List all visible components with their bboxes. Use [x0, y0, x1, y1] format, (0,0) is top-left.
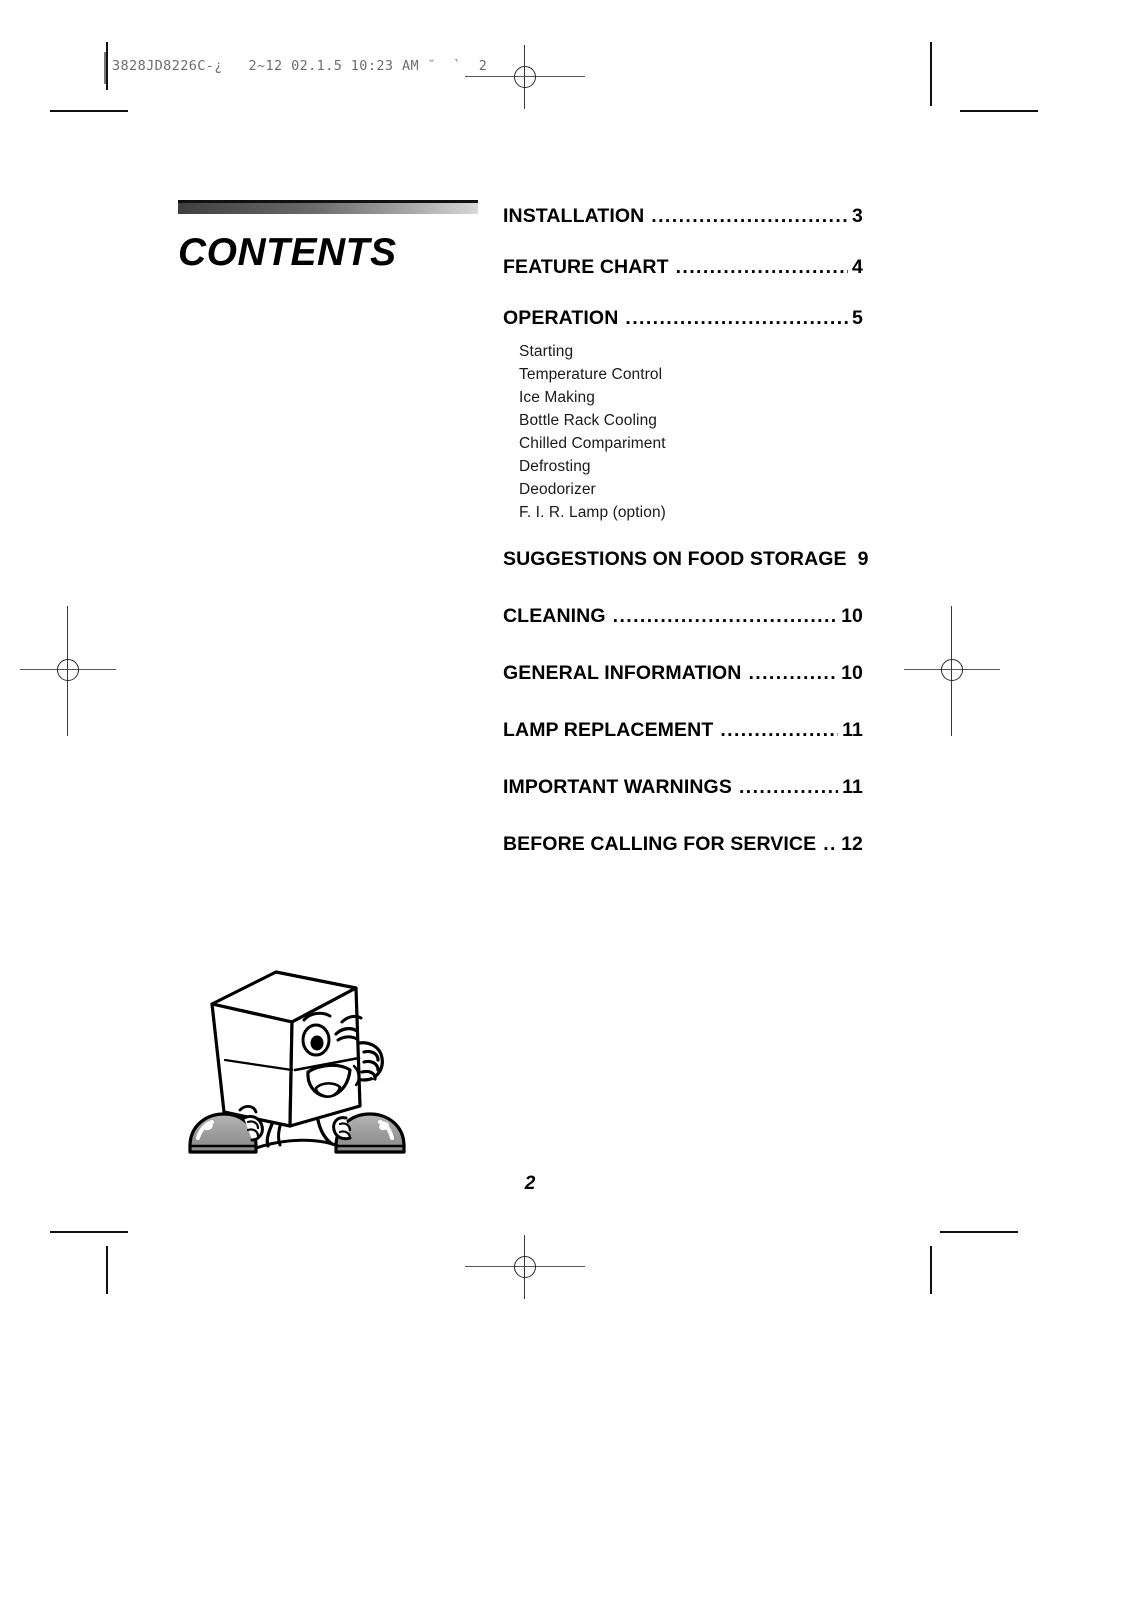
list-item[interactable]: Starting: [519, 340, 863, 363]
toc-label: FEATURE CHART: [503, 256, 669, 278]
toc-label: GENERAL INFORMATION: [503, 662, 742, 684]
toc-page-number: 3: [852, 205, 863, 227]
toc-page-number: 4: [852, 256, 863, 278]
list-item[interactable]: Temperature Control: [519, 363, 863, 386]
toc-page-number: 11: [842, 719, 863, 741]
toc-label: IMPORTANT WARNINGS: [503, 776, 732, 798]
toc-page-number: 11: [842, 776, 863, 798]
toc-dot-leader: ........................................…: [612, 607, 838, 627]
toc-dot-leader: ........................................…: [675, 258, 848, 278]
toc-dot-leader: ........................................…: [720, 721, 838, 741]
toc-entry-general-information[interactable]: GENERAL INFORMATION ....................…: [503, 662, 863, 685]
toc-dot-leader: ........................................…: [651, 207, 849, 227]
toc-entry-feature-chart[interactable]: FEATURE CHART ..........................…: [503, 256, 863, 279]
list-item[interactable]: Defrosting: [519, 455, 863, 478]
toc-page-number: 9: [857, 548, 869, 570]
refrigerator-mascot-icon: [188, 970, 406, 1154]
toc-label: CLEANING: [503, 605, 606, 627]
toc-page-number: 5: [852, 307, 863, 329]
toc-entry-cleaning[interactable]: CLEANING ...............................…: [503, 605, 863, 628]
toc-dot-leader: ........................................…: [625, 309, 848, 329]
toc-dot-leader: ........................................…: [748, 664, 838, 684]
contents-heading-block: CONTENTS: [178, 200, 478, 275]
toc-entry-installation[interactable]: INSTALLATION ...........................…: [503, 205, 863, 228]
page-number: 2: [524, 1173, 536, 1194]
operation-subitem-list: Starting Temperature Control Ice Making …: [503, 340, 863, 524]
toc-dot-leader: ........................................…: [823, 835, 837, 855]
toc-entry-before-calling-for-service[interactable]: BEFORE CALLING FOR SERVICE .............…: [503, 833, 863, 856]
list-item[interactable]: Chilled Compariment: [519, 432, 863, 455]
toc-label: SUGGESTIONS ON FOOD STORAGE: [503, 548, 847, 570]
toc-label: LAMP REPLACEMENT: [503, 719, 714, 741]
contents-gradient-bar: [178, 200, 478, 214]
toc-entry-important-warnings[interactable]: IMPORTANT WARNINGS .....................…: [503, 776, 863, 799]
toc-entry-operation[interactable]: OPERATION ..............................…: [503, 307, 863, 330]
toc-page-number: 10: [841, 662, 863, 684]
list-item[interactable]: Ice Making: [519, 386, 863, 409]
table-of-contents: INSTALLATION ...........................…: [503, 205, 868, 884]
refrigerator-mascot-illustration: [168, 948, 424, 1160]
list-item[interactable]: Bottle Rack Cooling: [519, 409, 863, 432]
toc-label: INSTALLATION: [503, 205, 645, 227]
toc-dot-leader: ........................................…: [738, 778, 839, 798]
page-title: CONTENTS: [178, 231, 397, 274]
toc-entry-lamp-replacement[interactable]: LAMP REPLACEMENT .......................…: [503, 719, 863, 742]
toc-page-number: 12: [841, 833, 863, 855]
page-content: CONTENTS INSTALLATION ..................…: [0, 0, 1131, 1601]
list-item[interactable]: F. I. R. Lamp (option): [519, 501, 863, 524]
toc-entry-suggestions-on-food-storage[interactable]: SUGGESTIONS ON FOOD STORAGE ............…: [503, 548, 868, 571]
toc-label: BEFORE CALLING FOR SERVICE: [503, 833, 817, 855]
toc-page-number: 10: [841, 605, 863, 627]
document-page: 3828JD8226C-¿ 2~12 02.1.5 10:23 AM ˘ ` 2…: [0, 0, 1131, 1601]
toc-label: OPERATION: [503, 307, 619, 329]
list-item[interactable]: Deodorizer: [519, 478, 863, 501]
